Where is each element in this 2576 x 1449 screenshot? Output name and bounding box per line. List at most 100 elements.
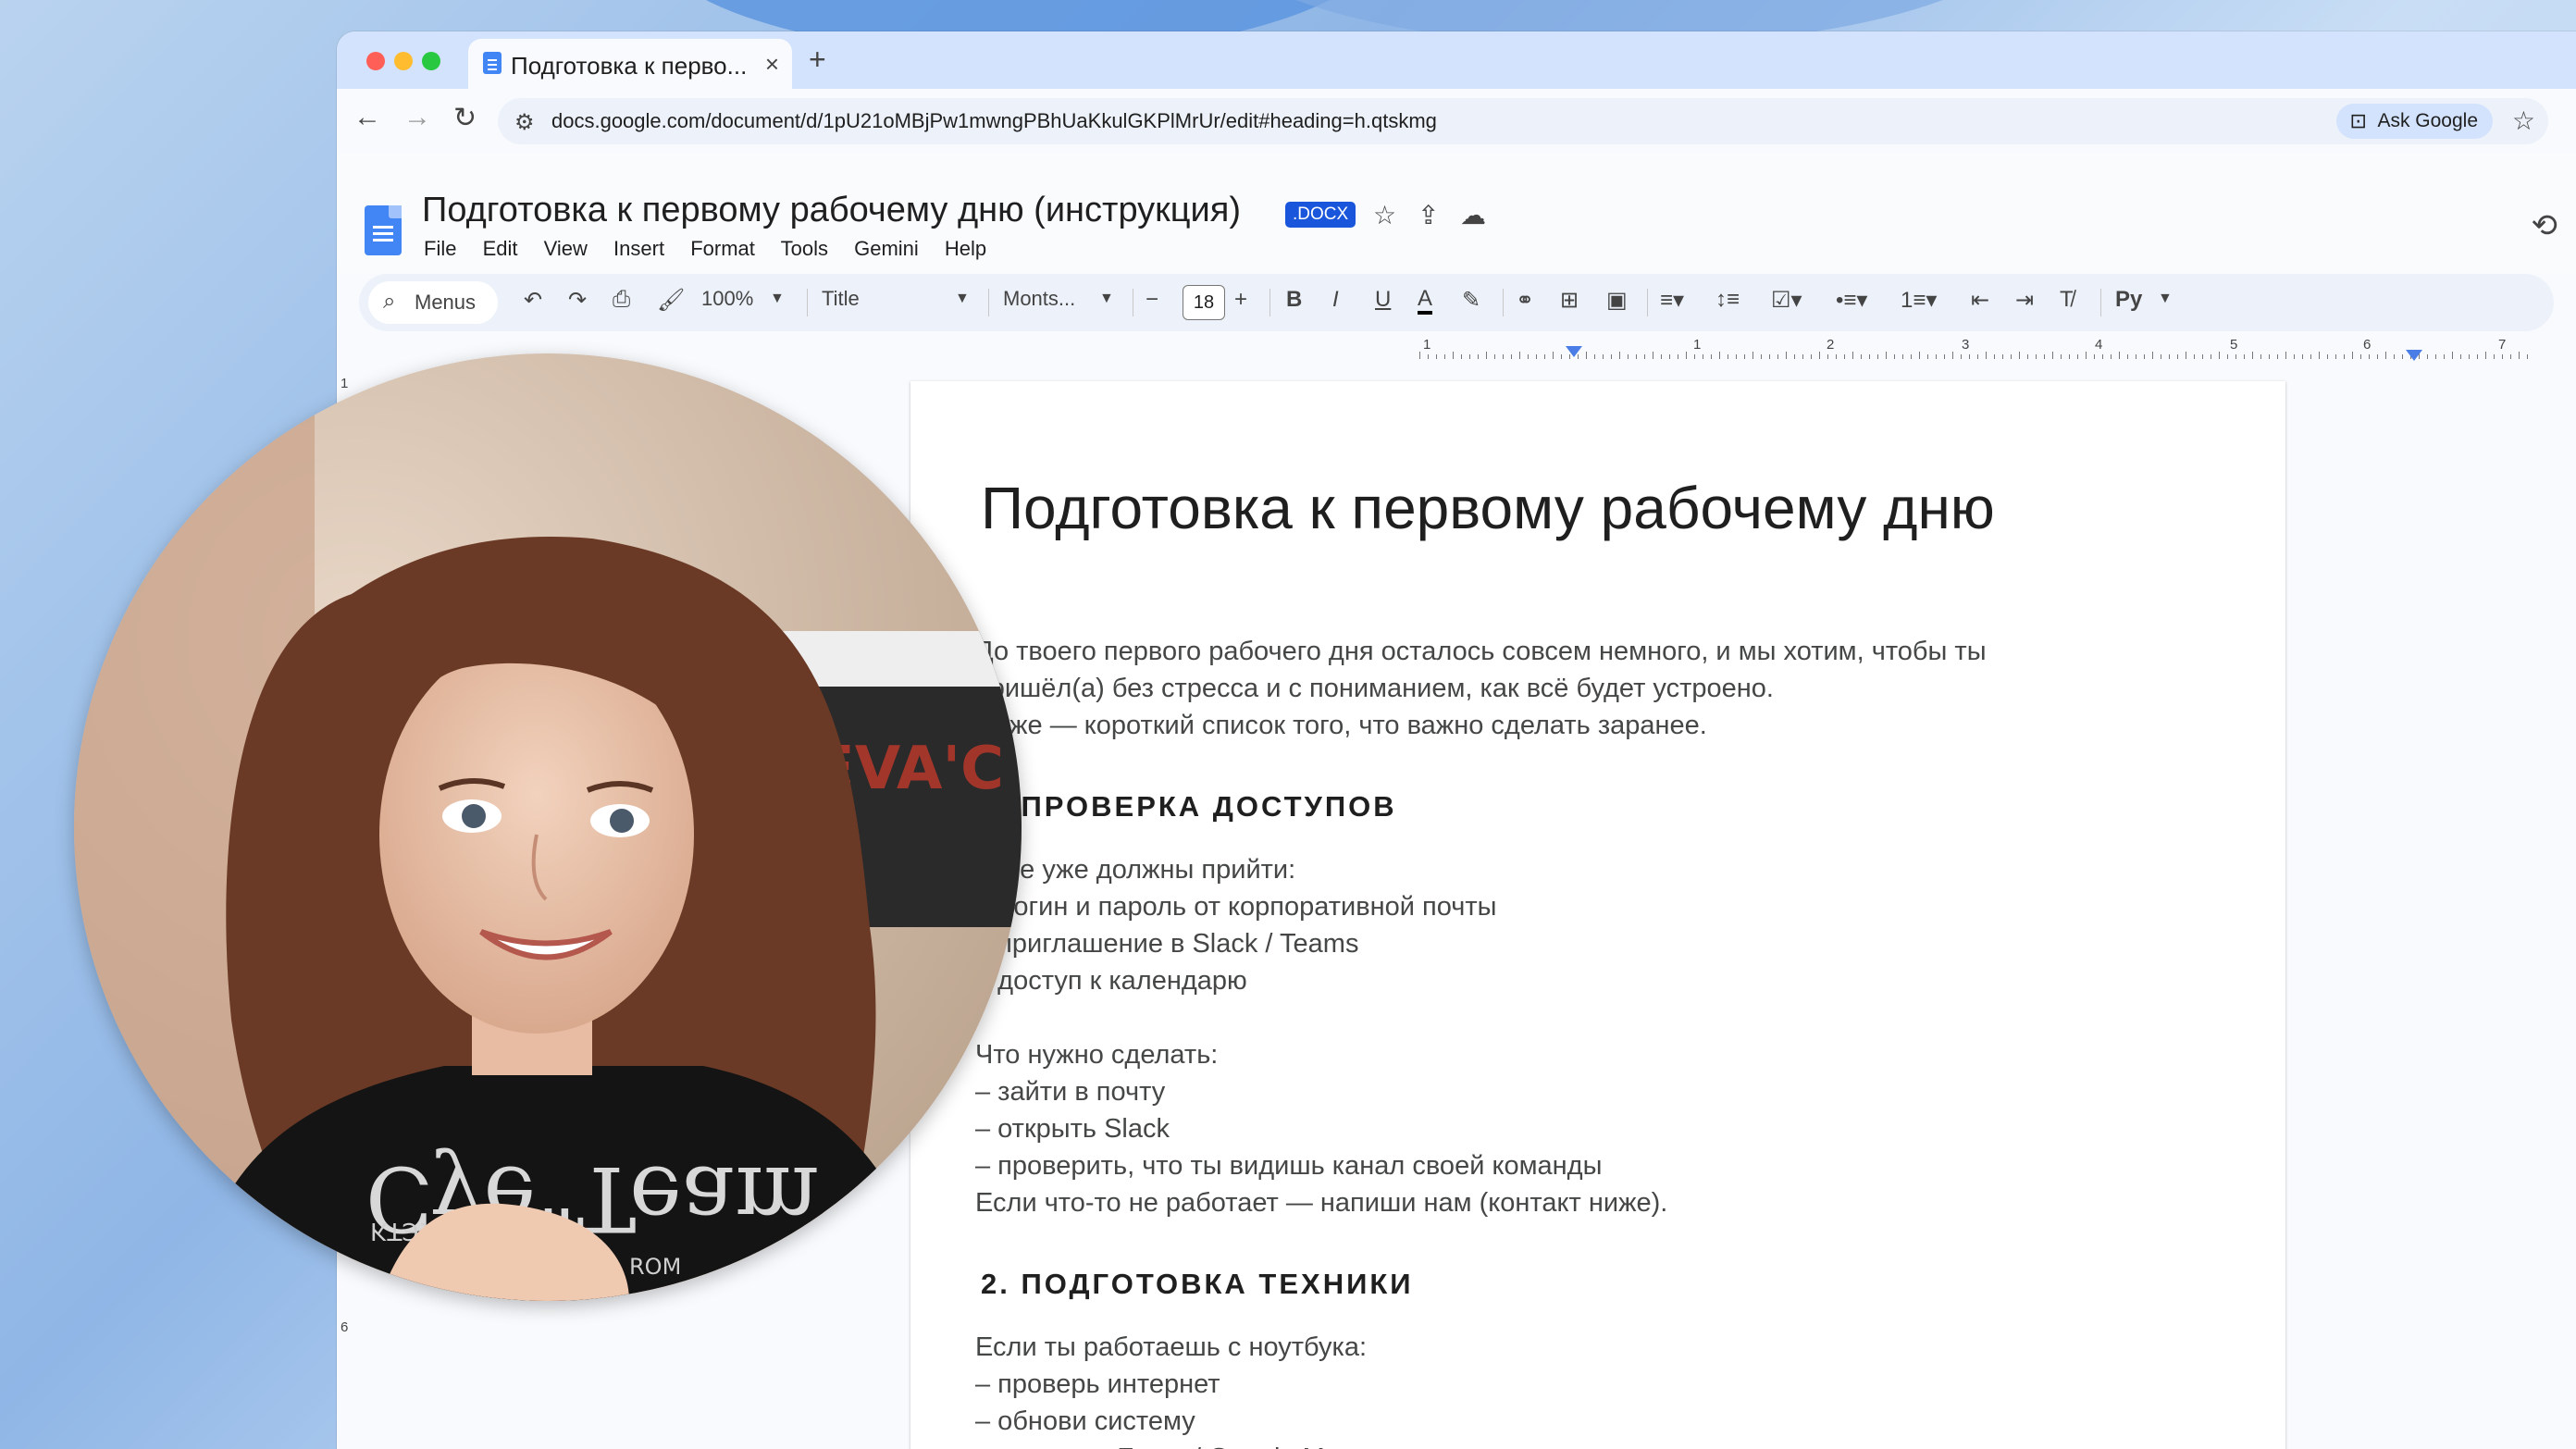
ruler-tick [1536,354,1537,359]
ruler-tick [1861,354,1862,359]
section-line: – логин и пароль от корпоративной почты [975,892,1497,922]
ruler-tick [1886,352,1887,359]
star-icon[interactable]: ☆ [1373,200,1396,230]
horizontal-ruler[interactable]: 1 1 2 3 4 5 6 7 [337,337,2576,363]
ruler-tick [2061,354,2062,359]
ruler-tick [1894,354,1895,359]
align-icon[interactable]: ≡▾ [1660,287,1684,314]
document-title[interactable]: Подготовка к первому рабочему дню (инстр… [422,191,1241,230]
print-icon[interactable]: ⎙ [613,287,630,313]
new-tab-button[interactable]: + [809,43,826,77]
ruler-tick [1911,354,1912,359]
italic-icon[interactable]: I [1332,287,1339,313]
zoom-select[interactable]: 100% [701,287,753,311]
tab-docs[interactable]: Подготовка к перво... × [468,39,792,89]
section-heading: 2. ПОДГОТОВКА ТЕХНИКИ [981,1268,1414,1300]
back-button[interactable]: ← [353,102,381,133]
left-indent-marker[interactable] [1566,346,1582,357]
section-heading: 1. ПРОВЕРКА ДОСТУПОВ [981,790,1397,823]
format-toolbar: ⌕ Menus ↶ ↷ ⎙ 🖌 100% ▼ Title ▼ Monts... … [359,274,2554,331]
menu-view[interactable]: View [544,237,588,260]
toolbar-divider [988,289,989,316]
font-size-input[interactable]: 18 [1183,285,1225,320]
font-select[interactable]: Monts... [1003,287,1075,311]
ruler-tick [2019,352,2020,359]
forward-button[interactable]: → [403,102,431,133]
comment-icon[interactable]: ⊞ [1560,287,1579,314]
paint-format-icon[interactable]: 🖌 [657,287,685,314]
ask-google-button[interactable]: ⊡ Ask Google [2336,104,2493,139]
ruler-tick [1503,354,1504,359]
underline-icon[interactable]: U [1375,287,1391,313]
spellcheck-select[interactable]: Pу [2115,287,2142,313]
ruler-tick [1553,352,1554,359]
ruler-label: 7 [2498,337,2507,353]
link-icon[interactable]: ⚭ [1516,287,1534,314]
menu-format[interactable]: Format [690,237,755,260]
ruler-tick [2285,352,2286,359]
document-page[interactable]: Подготовка к первому рабочему дню До тво… [910,381,2285,1449]
ruler-tick [1836,354,1837,359]
checklist-icon[interactable]: ☑▾ [1771,287,1802,314]
todo-line: – проверить, что ты видишь канал своей к… [975,1151,1603,1181]
ruler-tick [2344,354,2345,359]
decrease-font-icon[interactable]: − [1146,287,1158,313]
document-heading: Подготовка к первому рабочему дню [981,475,1995,541]
ruler-tick [1986,352,1987,359]
redo-icon[interactable]: ↷ [568,287,587,314]
decrease-indent-icon[interactable]: ⇤ [1971,287,1989,314]
close-window-button[interactable] [366,52,385,70]
move-to-drive-icon[interactable]: ⇪ [1418,200,1439,230]
bookmark-star-icon[interactable]: ☆ [2512,105,2535,136]
ruler-tick [2385,352,2386,359]
menus-search-label: Menus [415,291,477,314]
omnibox[interactable]: ⚙ docs.google.com/document/d/1pU21oMBjPw… [498,98,2548,144]
image-icon[interactable]: ▣ [1606,287,1628,314]
menu-edit[interactable]: Edit [483,237,518,260]
ruler-tick [1469,354,1470,359]
close-tab-icon[interactable]: × [765,50,779,79]
ruler-tick [2477,354,2478,359]
ruler-tick [2327,354,2328,359]
menu-file[interactable]: File [424,237,456,260]
bulleted-list-icon[interactable]: •≡▾ [1836,287,1867,314]
menus-search[interactable]: ⌕ Menus [368,281,498,324]
ruler-tick [2177,354,2178,359]
menu-insert[interactable]: Insert [613,237,664,260]
lens-icon: ⊡ [2349,109,2367,132]
site-info-icon[interactable]: ⚙ [514,109,535,136]
intro-line: До твоего первого рабочего дня осталось … [975,637,1987,666]
version-history-icon[interactable]: ⟲ [2532,207,2558,244]
zoom-window-button[interactable] [422,52,440,70]
right-indent-marker[interactable] [2406,350,2422,361]
ruler-tick [1686,352,1687,359]
minimize-window-button[interactable] [394,52,413,70]
ruler-tick [1636,354,1637,359]
ruler-tick [2111,354,2112,359]
ruler-tick [1977,354,1978,359]
url-text[interactable]: docs.google.com/document/d/1pU21oMBjPw1m… [551,109,1437,133]
style-select[interactable]: Title [822,287,860,311]
clear-formatting-icon[interactable]: T̸ [2060,287,2074,313]
ruler-track: 1 1 2 3 4 5 6 7 [920,337,2528,363]
ruler-tick [2527,354,2528,359]
increase-indent-icon[interactable]: ⇥ [2015,287,2034,314]
menu-tools[interactable]: Tools [781,237,828,260]
increase-font-icon[interactable]: + [1234,287,1247,313]
numbered-list-icon[interactable]: 1≡▾ [1901,287,1937,314]
undo-icon[interactable]: ↶ [524,287,542,314]
ruler-tick [1744,354,1745,359]
highlight-icon[interactable]: ✎ [1462,287,1480,314]
cloud-status-icon[interactable]: ☁ [1460,200,1486,230]
menu-help[interactable]: Help [945,237,986,260]
line-spacing-icon[interactable]: ↕≡ [1715,287,1740,313]
bold-icon[interactable]: B [1286,287,1302,313]
section-line: – проверь интернет [975,1369,1220,1399]
menu-gemini[interactable]: Gemini [854,237,919,260]
tab-bar: Подготовка к перво... × + [337,31,2576,89]
ruler-tick [1519,352,1520,359]
ruler-tick [2077,354,2078,359]
docs-logo-icon[interactable] [365,205,402,255]
text-color-icon[interactable]: A [1418,287,1433,315]
reload-button[interactable]: ↻ [453,102,477,134]
